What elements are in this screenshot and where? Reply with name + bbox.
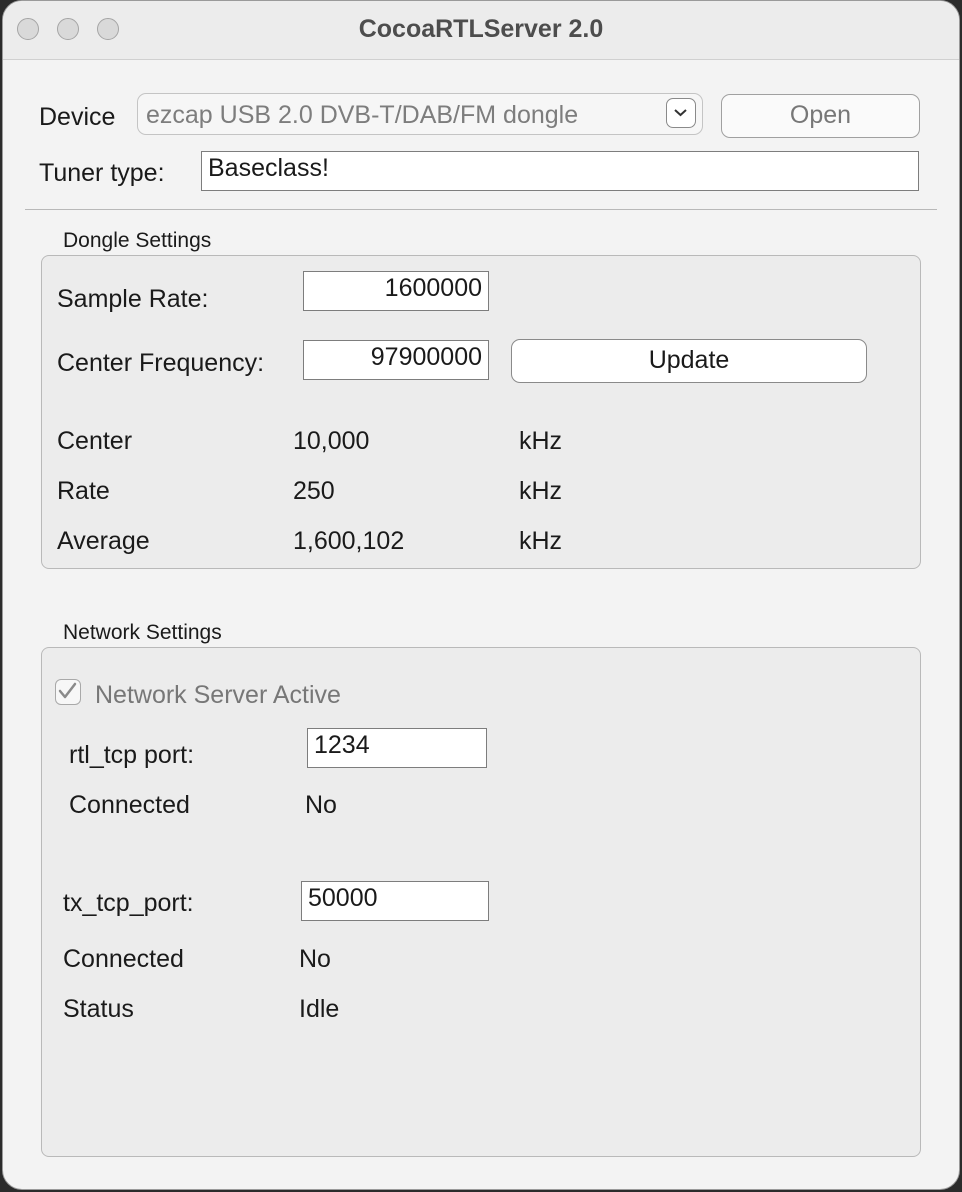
checkmark-icon — [58, 682, 77, 699]
sample-rate-field[interactable]: 1600000 — [303, 271, 489, 311]
tx-tcp-port-field[interactable]: 50000 — [301, 881, 489, 921]
rtl-tcp-port-field[interactable]: 1234 — [307, 728, 487, 768]
stat-label: Rate — [57, 477, 110, 505]
tuner-type-label: Tuner type: — [39, 159, 165, 187]
rtl-connected-label: Connected — [69, 791, 190, 819]
rtl-connected-value: No — [305, 791, 337, 819]
device-label: Device — [39, 103, 116, 131]
stat-value: 250 — [293, 477, 335, 505]
title-bar: CocoaRTLServer 2.0 — [3, 1, 959, 60]
stat-label: Average — [57, 527, 150, 555]
tx-connected-label: Connected — [63, 945, 184, 973]
network-settings-title: Network Settings — [63, 621, 222, 644]
rtl-tcp-port-label: rtl_tcp port: — [69, 741, 195, 769]
stat-unit: kHz — [519, 477, 563, 505]
window-title: CocoaRTLServer 2.0 — [358, 15, 604, 43]
chevron-down-icon[interactable] — [666, 98, 696, 128]
status-label: Status — [63, 995, 134, 1023]
network-server-active-label: Network Server Active — [95, 681, 341, 709]
sample-rate-label: Sample Rate: — [57, 285, 209, 313]
divider — [25, 209, 937, 210]
stat-label: Center — [57, 427, 133, 455]
center-frequency-label: Center Frequency: — [57, 349, 265, 377]
stat-value: 10,000 — [293, 427, 370, 455]
device-select[interactable]: ezcap USB 2.0 DVB-T/DAB/FM dongle — [137, 93, 703, 135]
stat-unit: kHz — [519, 527, 563, 555]
app-window: CocoaRTLServer 2.0 Device ezcap USB 2.0 … — [2, 0, 960, 1190]
stat-value: 1,600,102 — [293, 527, 405, 555]
tuner-type-field[interactable]: Baseclass! — [201, 151, 919, 191]
tx-tcp-port-label: tx_tcp_port: — [63, 889, 194, 917]
center-frequency-field[interactable]: 97900000 — [303, 340, 489, 380]
tx-connected-value: No — [299, 945, 331, 973]
open-button[interactable]: Open — [721, 94, 920, 138]
status-value: Idle — [299, 995, 340, 1023]
update-button[interactable]: Update — [511, 339, 867, 383]
dongle-settings-title: Dongle Settings — [63, 229, 212, 252]
device-select-value: ezcap USB 2.0 DVB-T/DAB/FM dongle — [146, 101, 579, 129]
network-server-active-checkbox[interactable] — [55, 679, 81, 705]
stat-unit: kHz — [519, 427, 563, 455]
